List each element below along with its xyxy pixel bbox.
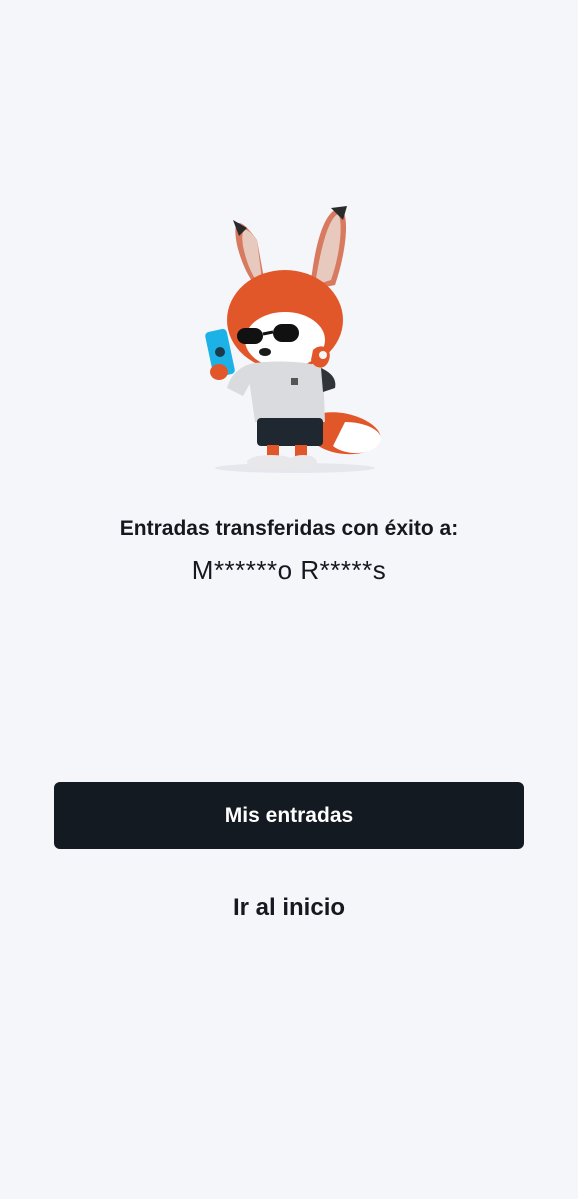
go-home-button[interactable]: Ir al inicio <box>189 888 389 928</box>
transfer-success-message: Entradas transferidas con éxito a: <box>119 517 459 540</box>
transfer-success-screen: Entradas transferidas con éxito a: M****… <box>0 0 578 1199</box>
my-tickets-button[interactable]: Mis entradas <box>54 782 524 849</box>
fox-mascot-illustration <box>205 206 381 473</box>
recipient-name: M******o R*****s <box>191 555 387 585</box>
